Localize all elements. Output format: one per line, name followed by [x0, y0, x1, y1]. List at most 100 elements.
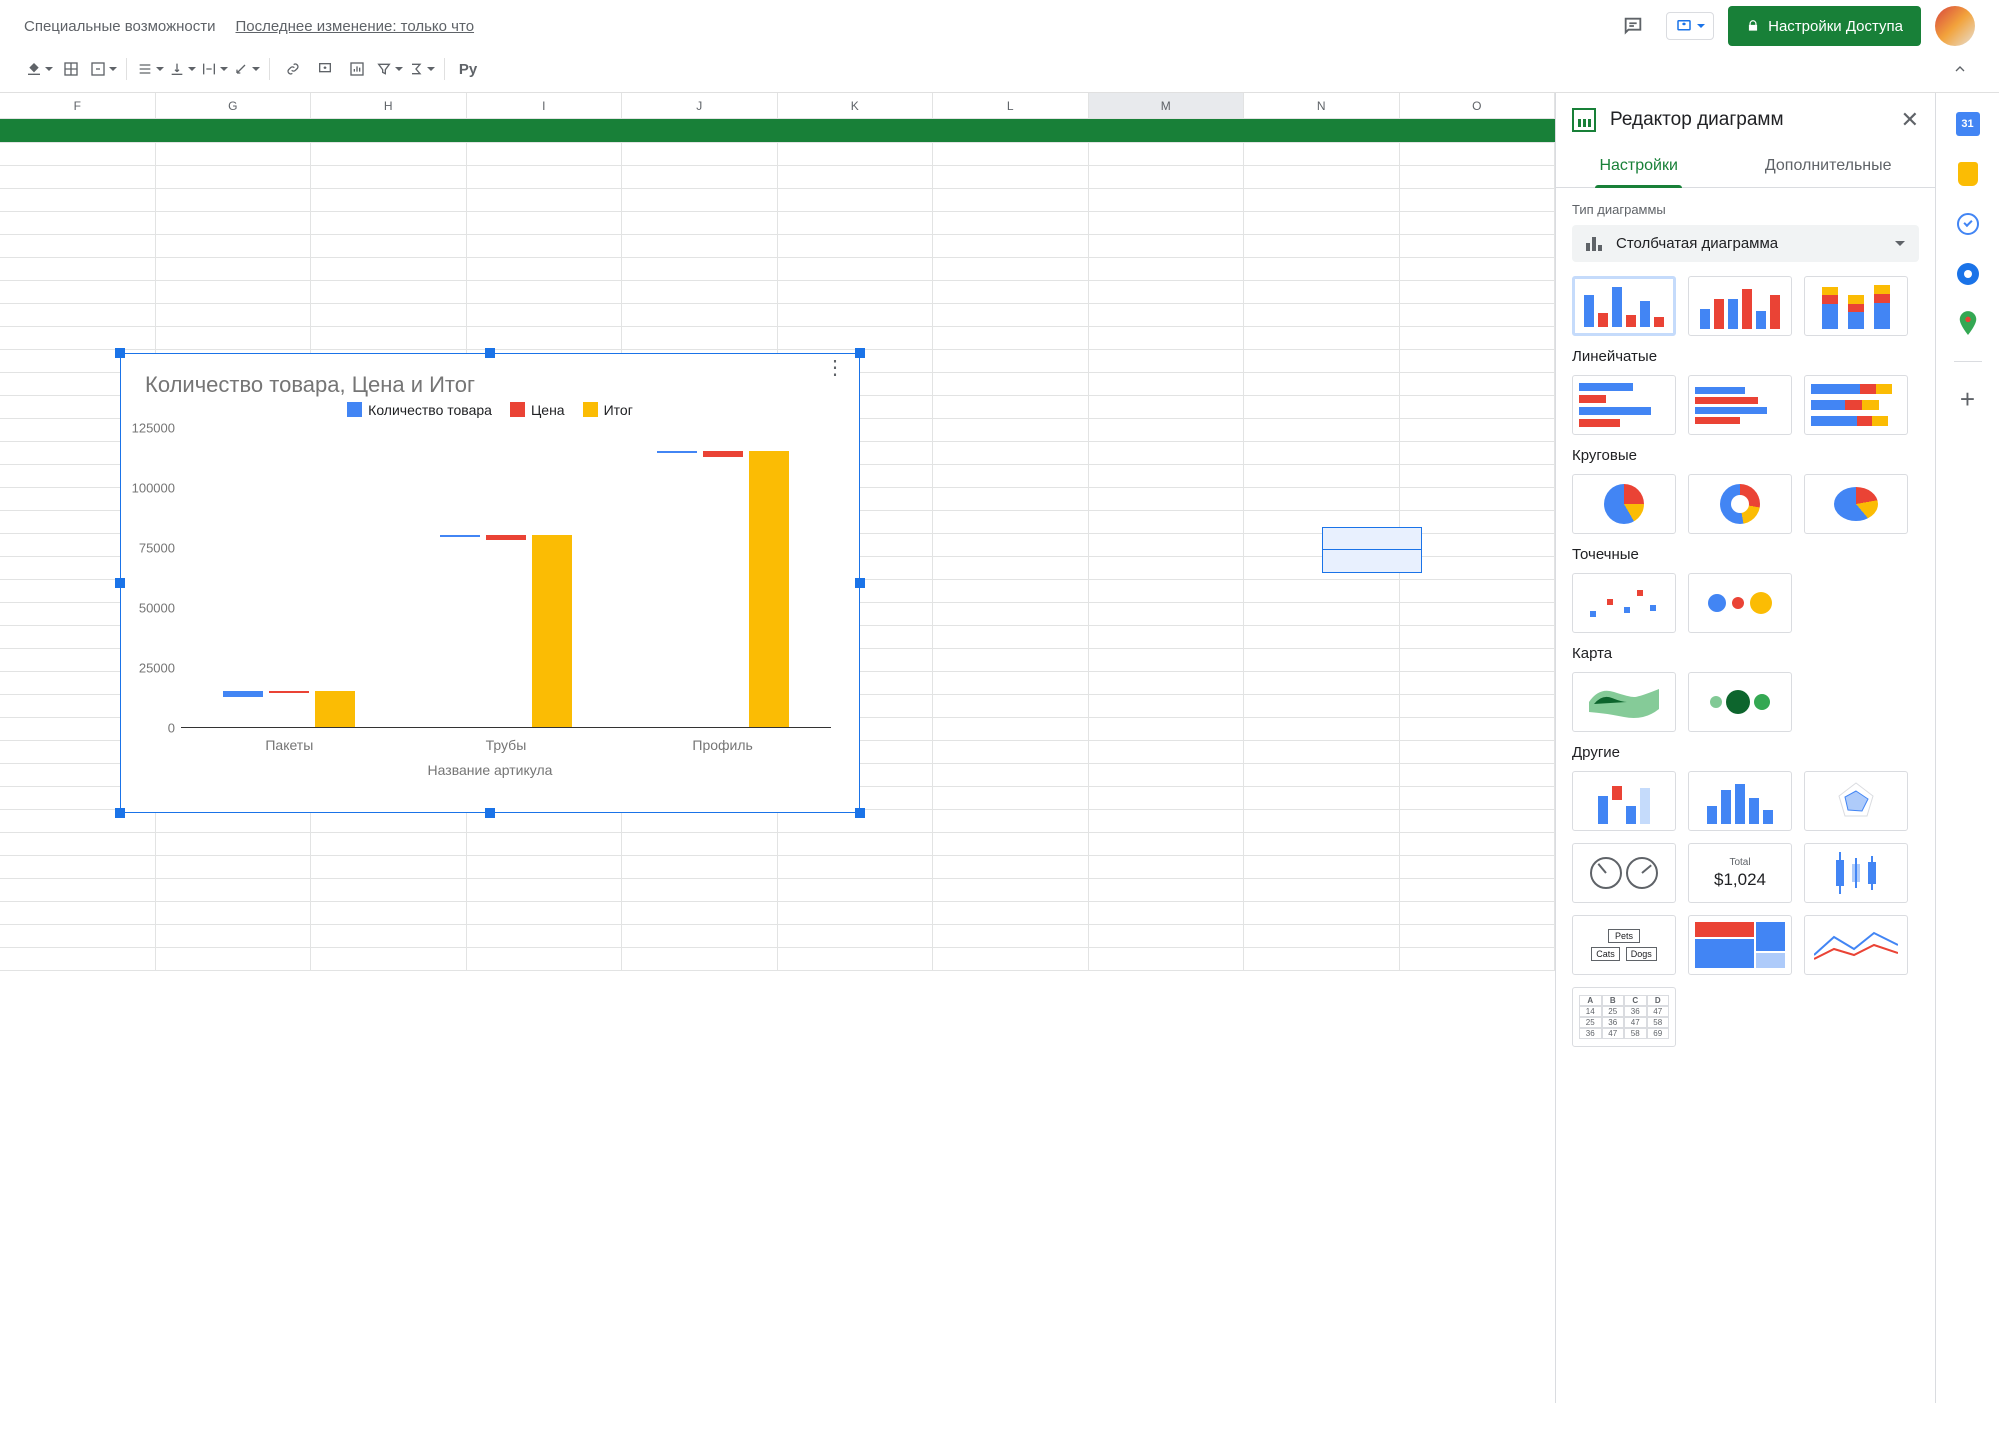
input-tools-button[interactable]: Ру — [453, 54, 483, 84]
charttype-candlestick[interactable] — [1804, 843, 1908, 903]
tasks-icon[interactable] — [1955, 211, 1981, 237]
resize-handle[interactable] — [115, 808, 125, 818]
charttype-column[interactable] — [1572, 276, 1676, 336]
close-icon[interactable]: ✕ — [1901, 107, 1919, 133]
merge-cells-button[interactable] — [88, 54, 118, 84]
charttype-radar[interactable] — [1804, 771, 1908, 831]
charttype-grouped-column[interactable] — [1688, 276, 1792, 336]
column-header[interactable]: K — [778, 93, 934, 118]
comments-icon[interactable] — [1614, 7, 1652, 45]
legend-item: Цена — [510, 402, 565, 418]
toolbar: Ру — [0, 46, 1999, 93]
section-pie: Круговые — [1572, 447, 1919, 464]
charttype-treemap[interactable] — [1688, 915, 1792, 975]
column-header[interactable]: F — [0, 93, 156, 118]
scorecard-label: Total — [1729, 857, 1750, 868]
section-scatter: Точечные — [1572, 546, 1919, 563]
calendar-icon[interactable]: 31 — [1955, 111, 1981, 137]
resize-handle[interactable] — [115, 578, 125, 588]
chart-object[interactable]: ⋮ Количество товара, Цена и Итог Количес… — [120, 353, 860, 813]
share-button[interactable]: Настройки Доступа — [1728, 6, 1921, 46]
charttype-timeline[interactable] — [1804, 915, 1908, 975]
v-align-button[interactable] — [167, 54, 197, 84]
charttype-waterfall[interactable] — [1572, 771, 1676, 831]
scorecard-value: $1,024 — [1714, 870, 1766, 890]
resize-handle[interactable] — [855, 348, 865, 358]
charttype-org[interactable]: Pets Cats Dogs — [1572, 915, 1676, 975]
present-button[interactable] — [1666, 12, 1714, 40]
charttype-histogram[interactable] — [1688, 771, 1792, 831]
legend-item: Итог — [583, 402, 633, 418]
insert-chart-button[interactable] — [342, 54, 372, 84]
column-headers: FGHIJKLMNO — [0, 93, 1555, 119]
add-addon-icon[interactable]: + — [1955, 386, 1981, 412]
charttype-3d-pie[interactable] — [1804, 474, 1908, 534]
maps-icon[interactable] — [1955, 311, 1981, 337]
chart-title: Количество товара, Цена и Итог — [121, 354, 859, 402]
charttype-bubble[interactable] — [1688, 573, 1792, 633]
tab-customize[interactable]: Дополнительные — [1761, 147, 1896, 187]
charttype-donut[interactable] — [1688, 474, 1792, 534]
column-header[interactable]: I — [467, 93, 623, 118]
column-header[interactable]: O — [1400, 93, 1556, 118]
charttype-scatter[interactable] — [1572, 573, 1676, 633]
legend-item: Количество товара — [347, 402, 492, 418]
last-edit-link[interactable]: Последнее изменение: только что — [236, 18, 475, 35]
charttype-stacked-bar[interactable] — [1804, 375, 1908, 435]
org-root: Pets — [1608, 929, 1640, 943]
charttype-scorecard[interactable]: Total $1,024 — [1688, 843, 1792, 903]
chart-legend: Количество товара Цена Итог — [121, 402, 859, 418]
avatar[interactable] — [1935, 6, 1975, 46]
wrap-text-button[interactable] — [199, 54, 229, 84]
lock-icon — [1746, 19, 1760, 33]
chart-plot: 0250005000075000100000125000ПакетыТрубыП… — [181, 428, 831, 728]
fill-color-button[interactable] — [24, 54, 54, 84]
column-header[interactable]: M — [1089, 93, 1245, 118]
header-row — [0, 119, 1555, 143]
keep-icon[interactable] — [1955, 161, 1981, 187]
charttype-gauge[interactable] — [1572, 843, 1676, 903]
charttype-bar[interactable] — [1572, 375, 1676, 435]
column-header[interactable]: N — [1244, 93, 1400, 118]
chart-editor-panel: Редактор диаграмм ✕ Настройки Дополнител… — [1555, 93, 1935, 1403]
bar-chart-icon — [1586, 237, 1604, 251]
charttype-table[interactable]: ABCD142536472536475836475869 — [1572, 987, 1676, 1047]
resize-handle[interactable] — [115, 348, 125, 358]
h-align-button[interactable] — [135, 54, 165, 84]
column-header[interactable]: H — [311, 93, 467, 118]
column-header[interactable]: L — [933, 93, 1089, 118]
chart-menu-icon[interactable]: ⋮ — [825, 364, 845, 372]
insert-link-button[interactable] — [278, 54, 308, 84]
section-bar-horizontal: Линейчатые — [1572, 348, 1919, 365]
chart-type-value: Столбчатая диаграмма — [1616, 235, 1778, 252]
filter-button[interactable] — [374, 54, 404, 84]
charttype-grouped-bar[interactable] — [1688, 375, 1792, 435]
spreadsheet-area[interactable]: FGHIJKLMNO ⋮ Количество товара, Цена и И… — [0, 93, 1555, 1403]
column-header[interactable]: J — [622, 93, 778, 118]
contacts-icon[interactable] — [1955, 261, 1981, 287]
share-button-label: Настройки Доступа — [1768, 18, 1903, 35]
resize-handle[interactable] — [855, 808, 865, 818]
resize-handle[interactable] — [485, 348, 495, 358]
functions-button[interactable] — [406, 54, 436, 84]
charttype-geo[interactable] — [1572, 672, 1676, 732]
chart-type-select[interactable]: Столбчатая диаграмма — [1572, 225, 1919, 262]
resize-handle[interactable] — [485, 808, 495, 818]
collapse-toolbar-button[interactable] — [1945, 54, 1975, 84]
insert-comment-button[interactable] — [310, 54, 340, 84]
section-other: Другие — [1572, 744, 1919, 761]
borders-button[interactable] — [56, 54, 86, 84]
accessibility-menu[interactable]: Специальные возможности — [24, 18, 216, 35]
section-map: Карта — [1572, 645, 1919, 662]
charttype-geo-markers[interactable] — [1688, 672, 1792, 732]
charttype-stacked-column[interactable] — [1804, 276, 1908, 336]
tab-setup[interactable]: Настройки — [1595, 147, 1681, 187]
resize-handle[interactable] — [855, 578, 865, 588]
chart-editor-title: Редактор диаграмм — [1610, 109, 1784, 131]
org-child: Cats — [1591, 947, 1620, 961]
charttype-pie[interactable] — [1572, 474, 1676, 534]
rotate-text-button[interactable] — [231, 54, 261, 84]
selected-range — [1322, 527, 1422, 573]
column-header[interactable]: G — [156, 93, 312, 118]
caret-down-icon — [1697, 24, 1705, 32]
